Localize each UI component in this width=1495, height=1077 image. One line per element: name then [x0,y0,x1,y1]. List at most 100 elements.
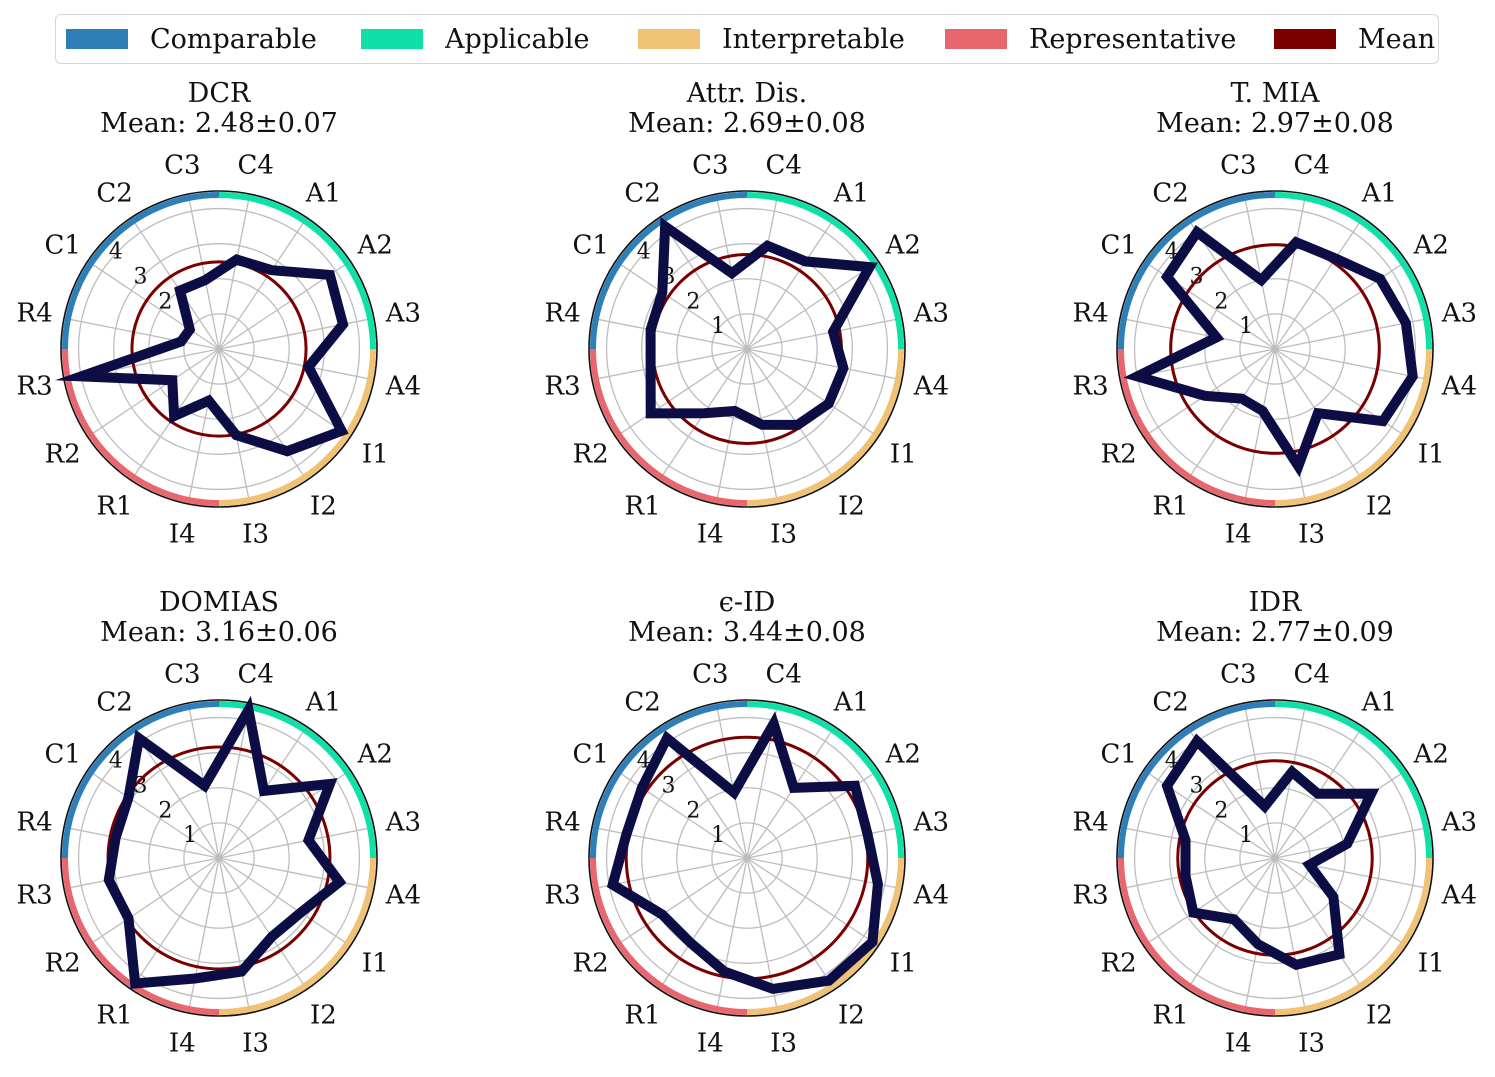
radar-panel: IDRMean: 2.77±0.091234C4A1A2A3A4I1I2I3I4… [1073,587,1478,1058]
axis-label-c3: C3 [1220,660,1256,690]
panel-title: DOMIAS [159,587,279,618]
axis-label-c4: C4 [237,151,273,181]
axis-label-i3: I3 [770,519,797,549]
category-arc-representative [590,348,748,506]
axis-label-r2: R2 [573,948,609,978]
axis-label-i4: I4 [697,519,724,549]
axis-label-r2: R2 [45,439,81,469]
axis-label-a2: A2 [1413,231,1449,261]
axis-label-a4: A4 [385,881,421,911]
axis-label-a2: A2 [885,231,921,261]
radial-tick-label: 2 [158,289,172,314]
axis-label-a1: A1 [833,688,869,718]
axis-label-i3: I3 [1298,1028,1325,1058]
axis-label-a4: A4 [385,372,421,402]
axis-label-a4: A4 [913,372,949,402]
axis-label-r3: R3 [1073,372,1109,402]
radial-tick-label: 2 [1214,798,1228,823]
panel-title: Attr. Dis. [686,78,808,109]
category-arc-interpretable [218,857,376,1015]
axis-label-c4: C4 [765,151,801,181]
radial-tick-label: 1 [1239,823,1253,848]
axis-label-i2: I2 [1366,1000,1393,1030]
radial-tick-label: 2 [686,289,700,314]
axis-label-c4: C4 [237,660,273,690]
panel-subtitle: Mean: 2.77±0.09 [1156,617,1394,648]
axis-label-a3: A3 [1441,807,1477,837]
radar-panel: Attr. Dis.Mean: 2.69±0.081234C4A1A2A3A4I… [545,78,950,549]
axis-label-r4: R4 [1073,807,1109,837]
radial-tick-label: 1 [1239,314,1253,339]
panel-subtitle: Mean: 3.44±0.08 [628,617,866,648]
radial-tick-label: 1 [183,823,197,848]
axis-label-r1: R1 [624,1000,660,1030]
axis-label-a3: A3 [385,298,421,328]
axis-label-a1: A1 [833,179,869,209]
axis-label-r3: R3 [17,372,53,402]
category-arc-interpretable [1274,857,1432,1015]
radar-panel: T. MIAMean: 2.97±0.081234C4A1A2A3A4I1I2I… [1073,78,1478,549]
axis-label-a1: A1 [305,688,341,718]
series-polygon [103,695,347,989]
axis-label-r4: R4 [545,298,581,328]
axis-label-r4: R4 [545,807,581,837]
figure: Comparable Applicable Interpretable Repr… [0,0,1495,1077]
axis-label-c1: C1 [572,231,608,261]
axis-label-c1: C1 [1100,231,1136,261]
axis-label-c4: C4 [1293,660,1329,690]
axis-label-r1: R1 [96,1000,132,1030]
axis-label-c3: C3 [692,660,728,690]
axis-label-i4: I4 [169,1028,196,1058]
radar-panel: DOMIASMean: 3.16±0.061234C4A1A2A3A4I1I2I… [17,587,422,1058]
axis-label-i1: I1 [1418,439,1445,469]
axis-label-i1: I1 [890,948,917,978]
axis-label-i2: I2 [310,491,337,521]
radar-charts: DCRMean: 2.48±0.071234C4A1A2A3A4I1I2I3I4… [17,78,1478,1058]
axis-label-a2: A2 [1413,740,1449,770]
radar-panel: DCRMean: 2.48±0.071234C4A1A2A3A4I1I2I3I4… [17,78,422,549]
axis-label-r4: R4 [17,298,53,328]
axis-label-r2: R2 [1101,439,1137,469]
axis-label-i1: I1 [890,439,917,469]
axis-label-r2: R2 [573,439,609,469]
panel-title: IDR [1249,587,1302,618]
axis-label-c4: C4 [765,660,801,690]
radial-tick-label: 4 [109,749,123,774]
axis-label-c2: C2 [96,688,132,718]
axis-label-r2: R2 [45,948,81,978]
panel-subtitle: Mean: 2.69±0.08 [628,108,866,139]
axis-label-r4: R4 [17,807,53,837]
axis-label-a1: A1 [1361,688,1397,718]
radial-tick-label: 4 [109,240,123,265]
panel-title: ϵ-ID [719,587,776,618]
axis-label-c4: C4 [1293,151,1329,181]
axis-label-a4: A4 [1441,372,1477,402]
axis-label-c3: C3 [1220,151,1256,181]
axis-label-a3: A3 [913,298,949,328]
axis-label-c3: C3 [164,151,200,181]
axis-label-c2: C2 [96,179,132,209]
axis-label-r3: R3 [545,372,581,402]
radial-tick-label: 3 [662,774,676,799]
radial-tick-label: 4 [637,240,651,265]
panel-subtitle: Mean: 2.48±0.07 [100,108,338,139]
axis-label-i2: I2 [838,1000,865,1030]
axis-label-r2: R2 [1101,948,1137,978]
series-polygon [645,217,878,430]
series-polygon [54,254,349,457]
axis-label-c1: C1 [44,231,80,261]
axis-label-c1: C1 [44,740,80,770]
panel-title: DCR [188,78,251,109]
category-arc-representative [62,857,220,1015]
axis-label-i3: I3 [242,519,269,549]
axis-label-r3: R3 [1073,881,1109,911]
axis-label-a3: A3 [1441,298,1477,328]
axis-label-c2: C2 [624,688,660,718]
axis-label-r4: R4 [1073,298,1109,328]
axis-label-i3: I3 [242,1028,269,1058]
axis-label-c2: C2 [1152,179,1188,209]
axis-label-i4: I4 [1225,519,1252,549]
radial-tick-label: 1 [711,823,725,848]
axis-label-a3: A3 [385,807,421,837]
axis-label-c3: C3 [692,151,728,181]
